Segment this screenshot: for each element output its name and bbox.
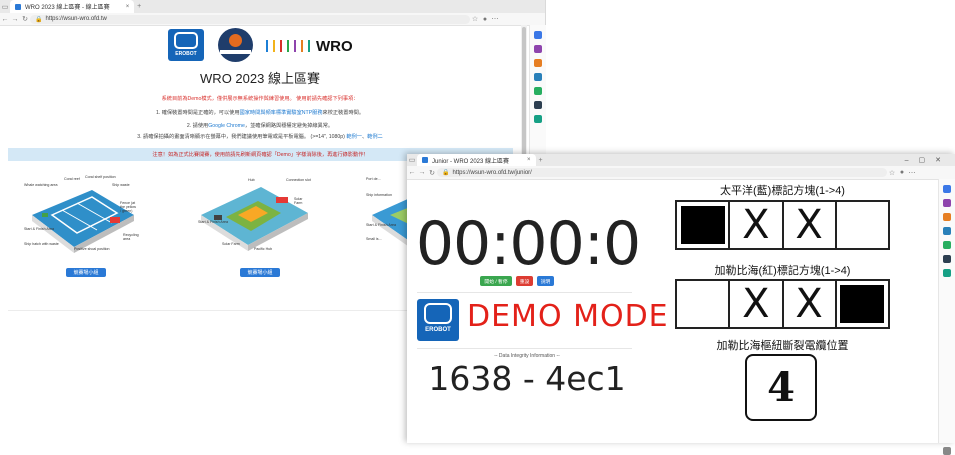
address-bar-b: ← → ↻ 🔒 https://wsun-wro.ofd.tw/junior/ … — [407, 166, 955, 180]
copilot-icon[interactable] — [534, 45, 542, 53]
filled-marker — [680, 205, 725, 245]
tab-strip-b: ▭ Junior - WRO 2023 線上區賽 × + –▢✕ — [407, 154, 955, 166]
office-icon[interactable] — [534, 101, 542, 109]
window-menu-icon[interactable]: ▭ — [0, 3, 10, 11]
caribbean-cell-1[interactable] — [677, 281, 731, 327]
pacific-cell-4[interactable] — [837, 202, 888, 248]
help-button[interactable]: 說明 — [537, 276, 554, 286]
integrity-value: 1638 - 4ec1 — [428, 359, 626, 398]
filled-marker — [840, 284, 885, 324]
url-text: https://wsun-wro.ofd.tw — [45, 16, 107, 22]
settings-icon[interactable] — [943, 447, 951, 455]
tools-icon-b[interactable] — [943, 227, 951, 235]
reset-button[interactable]: 重設 — [516, 276, 533, 286]
copilot-icon-b[interactable] — [943, 199, 951, 207]
cable-title: 加勒比海樞紐斷裂電纜位置 — [716, 340, 849, 352]
favorites-icon[interactable]: ☆ — [470, 15, 480, 23]
lock-icon-b: 🔒 — [442, 170, 450, 176]
games-icon[interactable] — [534, 87, 542, 95]
pacific-cell-1[interactable] — [677, 202, 731, 248]
scoreboard-content: 00:00:0 開始 / 暫停 重設 說明 EROBOT DEMO MODE -… — [407, 179, 939, 443]
page-title: WRO 2023 線上區賽 — [200, 71, 320, 86]
example-link-1[interactable]: 範例一 — [346, 134, 362, 140]
edge-sidebar-top — [529, 25, 546, 154]
back-icon[interactable]: ← — [0, 16, 10, 23]
instruction-line-3: 3. 請確保拍攝的畫面清晰顯示在螢幕中，我們建議使用筆電或是平板電腦。 (>=1… — [137, 134, 383, 140]
tab-close-icon[interactable]: × — [126, 4, 130, 10]
refresh-icon-b[interactable]: ↻ — [427, 169, 437, 177]
profile-icon-b[interactable]: ● — [897, 169, 907, 176]
tab-title: WRO 2023 線上區賽 - 線上區賽 — [25, 5, 110, 11]
window-menu-icon-b[interactable]: ▭ — [407, 156, 417, 164]
tab-title-b: Junior - WRO 2023 線上區賽 — [432, 158, 510, 165]
ntp-link[interactable]: 國家時間與頻率標準實驗室NTP服務 — [240, 110, 323, 116]
caribbean-cell-4[interactable] — [837, 281, 888, 327]
office-icon-b[interactable] — [943, 255, 951, 263]
new-tab-icon-b[interactable]: + — [536, 157, 546, 164]
erobot-logo: EROBOT — [168, 29, 204, 61]
forward-icon-b[interactable]: → — [417, 169, 427, 176]
pacific-cell-2[interactable]: X — [730, 202, 784, 248]
divider-b — [417, 292, 632, 293]
window-controls[interactable]: –▢✕ — [905, 156, 955, 164]
instruction-line-2: 2. 請使用Google Chrome，並確保網路與穩權定避免掉線異常。 — [186, 123, 334, 129]
shopping-icon[interactable] — [534, 59, 542, 67]
refresh-icon[interactable]: ↻ — [20, 15, 30, 23]
instruction-line-1: 1. 確保裝置時間是正確的，可以使用國家時間與頻率標準實驗室NTP服務來校正裝置… — [155, 110, 365, 116]
tab-strip: ▭ WRO 2023 線上區賽 - 線上區賽 × + — [0, 0, 545, 13]
match-timer: 00:00:0 — [415, 209, 641, 279]
map-2-button[interactable]: 競賽場小組 — [240, 268, 280, 277]
search-icon[interactable] — [534, 31, 542, 39]
games-icon-b[interactable] — [943, 241, 951, 249]
outlook-icon[interactable] — [534, 115, 542, 123]
cable-position-value[interactable]: 4 — [745, 354, 817, 421]
erobot-logo-b: EROBOT — [417, 299, 459, 341]
outlook-icon-b[interactable] — [943, 269, 951, 277]
demo-warning-text: 系統目前為Demo模式，僅供展示無系統操作與練習使用。 使用前請先確認下列事項： — [161, 96, 359, 102]
tab-junior[interactable]: Junior - WRO 2023 線上區賽 × — [417, 154, 536, 166]
profile-icon[interactable]: ● — [480, 16, 490, 23]
tab-favicon-icon — [15, 3, 21, 10]
more-icon[interactable]: ⋯ — [490, 15, 500, 23]
lock-icon: 🔒 — [35, 16, 43, 23]
caribbean-grid: X X — [675, 279, 890, 329]
tab-favicon-icon-b — [422, 157, 428, 163]
pacific-cell-3[interactable]: X — [784, 202, 837, 248]
url-field-b[interactable]: 🔒 https://wsun-wro.ofd.tw/junior/ — [437, 168, 887, 177]
favorites-icon-b[interactable]: ☆ — [887, 169, 897, 177]
new-tab-icon[interactable]: + — [134, 3, 144, 10]
tab-close-icon-b[interactable]: × — [527, 157, 531, 163]
caribbean-title: 加勒比海(紅)標記方塊(1->4) — [714, 265, 851, 277]
shopping-icon-b[interactable] — [943, 213, 951, 221]
map-card-1: Whale watching area Coral reef Coral she… — [24, 175, 139, 277]
map-1-button[interactable]: 競賽場小組 — [66, 268, 106, 277]
edge-sidebar-b — [938, 179, 955, 455]
connecting-logo — [218, 28, 253, 62]
caribbean-cell-3[interactable]: X — [784, 281, 837, 327]
pacific-title: 太平洋(藍)標記方塊(1->4) — [720, 185, 845, 197]
tools-icon[interactable] — [534, 73, 542, 81]
chrome-link[interactable]: Google Chrome — [208, 123, 245, 129]
map-card-2: Hub Connection slot Solar Farm Start & F… — [196, 175, 311, 285]
wro-logo: WRO — [266, 38, 353, 55]
example-link-2[interactable]: 範例二 — [367, 134, 383, 140]
tab-wro[interactable]: WRO 2023 線上區賽 - 線上區賽 × — [10, 0, 135, 13]
demo-mode-label: DEMO MODE — [467, 299, 669, 334]
pacific-grid: X X — [675, 200, 890, 250]
start-pause-button[interactable]: 開始 / 暫停 — [480, 276, 512, 286]
browser-window-junior: ▭ Junior - WRO 2023 線上區賽 × + –▢✕ ← → ↻ 🔒… — [407, 154, 955, 455]
caribbean-cell-2[interactable]: X — [730, 281, 784, 327]
url-field[interactable]: 🔒 https://wsun-wro.ofd.tw — [30, 14, 470, 24]
more-icon-b[interactable]: ⋯ — [907, 169, 917, 177]
url-text-b: https://wsun-wro.ofd.tw/junior/ — [452, 169, 532, 176]
back-icon-b[interactable]: ← — [407, 169, 417, 176]
divider-b2 — [417, 348, 632, 349]
search-icon-b[interactable] — [943, 185, 951, 193]
forward-icon[interactable]: → — [10, 16, 20, 23]
